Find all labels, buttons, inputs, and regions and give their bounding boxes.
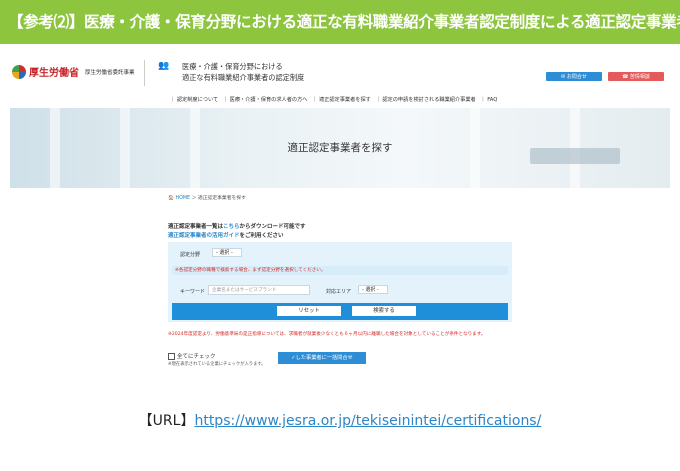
- field-select[interactable]: - 選択 -: [212, 248, 242, 257]
- breadcrumb-current: 適正認定事業者を探す: [197, 196, 246, 201]
- field-note: ※各認定分野の職種で検索する場合、まず認定分野を選択してください。: [172, 266, 508, 275]
- logo-sub: 厚生労働省委託事業: [85, 69, 135, 76]
- area-select[interactable]: - 選択 -: [358, 285, 388, 294]
- certification-note: ※2024年度認定より、労働基準局の是正指導については、求職者が就業後少なくとも…: [168, 332, 486, 337]
- site-title-line1: 医療・介護・保育分野における: [182, 62, 283, 71]
- site-title[interactable]: 医療・介護・保育分野における 適正な有料職業紹介事業者の認定制度: [182, 61, 304, 83]
- guide-text-post: をご利用ください: [239, 233, 284, 239]
- select-all-checkbox[interactable]: 全てにチェック: [168, 352, 216, 360]
- logo-text: 厚生労働省: [29, 68, 79, 79]
- url-line: 【URL】https://www.jesra.or.jp/tekiseinint…: [0, 410, 680, 430]
- guide-link[interactable]: 適正認定事業者の活用ガイド: [168, 233, 240, 239]
- breadcrumb: 🏠 HOME ＞ 適正認定事業者を探す: [168, 194, 246, 201]
- website-screenshot: 厚生労働省 厚生労働省委託事業 👥 医療・介護・保育分野における 適正な有料職業…: [10, 56, 670, 386]
- keyword-label: キーワード: [180, 289, 206, 295]
- nav-item-faq[interactable]: ｜ FAQ: [480, 97, 497, 103]
- search-form: 認定分野 - 選択 - ※各認定分野の職種で検索する場合、まず認定分野を選択して…: [168, 242, 512, 322]
- field-label: 認定分野: [180, 252, 201, 258]
- checkbox-icon[interactable]: [168, 352, 175, 360]
- contact-button[interactable]: ✉ お問合せ: [546, 72, 602, 81]
- download-text-post: からダウンロード可能です: [239, 224, 306, 230]
- bulk-inquiry-button[interactable]: ✓した事業者に一括問合せ: [278, 352, 366, 364]
- reset-button[interactable]: リセット: [277, 306, 341, 316]
- select-all-note: ※現在表示されている企業にチェックが入ります。: [168, 362, 266, 367]
- nav-item-applicants[interactable]: ｜ 認定の申請を検討される職業紹介事業者: [376, 97, 476, 103]
- form-button-bar: リセット 検索する: [172, 303, 508, 320]
- mhlw-logo-icon: [12, 64, 26, 79]
- mhlw-logo[interactable]: 厚生労働省 厚生労働省委託事業: [12, 64, 135, 79]
- page-banner: 【参考⑵】医療・介護・保育分野における適正な有料職業紹介事業者認定制度による適正…: [0, 0, 680, 44]
- guide-line: 適正認定事業者の活用ガイドをご利用ください: [168, 231, 284, 239]
- divider: [144, 60, 145, 86]
- url-link[interactable]: https://www.jesra.or.jp/tekiseinintei/ce…: [194, 413, 541, 429]
- nav-item-employers[interactable]: ｜ 医療・介護・保育の求人者の方へ: [223, 97, 308, 103]
- search-button[interactable]: 検索する: [352, 306, 416, 316]
- system-logo: 👥: [152, 60, 176, 86]
- url-prefix: 【URL】: [138, 413, 195, 429]
- hero-image: 適正認定事業者を探す: [10, 108, 670, 188]
- area-label: 対応エリア: [326, 289, 352, 295]
- breadcrumb-home[interactable]: 🏠 HOME: [168, 196, 190, 201]
- people-icon: 👥: [158, 61, 170, 71]
- site-header: 厚生労働省 厚生労働省委託事業 👥 医療・介護・保育分野における 適正な有料職業…: [10, 56, 670, 92]
- download-text: 適正認定事業者一覧は: [168, 224, 224, 230]
- site-title-line2: 適正な有料職業紹介事業者の認定制度: [182, 73, 305, 82]
- complaint-consult-button[interactable]: ☎ 苦情相談: [608, 72, 664, 81]
- select-all-label: 全てにチェック: [177, 354, 216, 360]
- download-line: 適正認定事業者一覧はこちらからダウンロード可能です: [168, 222, 306, 230]
- nav-item-search[interactable]: ｜ 適正認定事業者を探す: [312, 97, 371, 103]
- keyword-input[interactable]: 企業名またはサービスブランド: [208, 285, 310, 295]
- download-link[interactable]: こちら: [223, 224, 240, 230]
- breadcrumb-sep: ＞: [190, 196, 198, 201]
- main-nav: ｜ 認定制度について ｜ 医療・介護・保育の求人者の方へ ｜ 適正認定事業者を探…: [170, 96, 500, 103]
- hero-title: 適正認定事業者を探す: [287, 142, 393, 154]
- nav-item-about[interactable]: ｜ 認定制度について: [170, 97, 218, 103]
